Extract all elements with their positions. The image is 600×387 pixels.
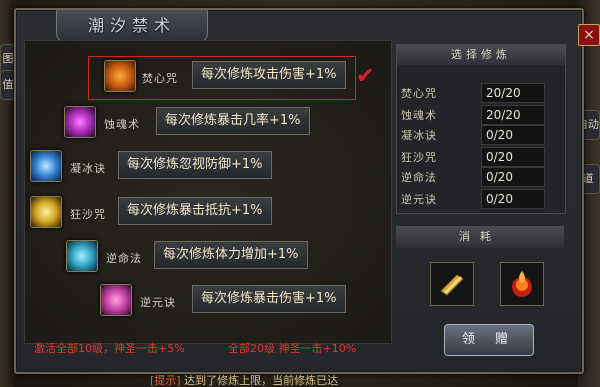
practice-row[interactable]: 凝冰诀 0/20 bbox=[397, 125, 565, 145]
practice-label: 逆元诀 bbox=[401, 193, 437, 206]
skill-description: 每次修炼忽视防御+1% bbox=[118, 151, 272, 179]
practice-label: 凝冰诀 bbox=[401, 129, 437, 142]
practice-value: 20/20 bbox=[481, 105, 545, 125]
scroll-item-icon[interactable] bbox=[430, 262, 474, 306]
skill-name: 逆命法 bbox=[106, 252, 142, 265]
practice-value: 0/20 bbox=[481, 147, 545, 167]
side-tab-label: 值 bbox=[2, 78, 14, 91]
claim-button[interactable]: 领 赠 bbox=[444, 324, 534, 356]
skill-description: 每次修炼暴击伤害+1% bbox=[192, 285, 346, 313]
close-button[interactable]: × bbox=[578, 24, 600, 46]
bonus-10-text: 激活全部10级，神圣一击+5% bbox=[34, 342, 185, 355]
practice-row[interactable]: 蚀魂术 20/20 bbox=[397, 105, 565, 125]
practice-label: 蚀魂术 bbox=[401, 109, 437, 122]
practice-label: 狂沙咒 bbox=[401, 151, 437, 164]
chat-text: 达到了修炼上限，当前修炼已达 bbox=[184, 374, 339, 387]
side-tab-label: 道 bbox=[582, 172, 594, 185]
practice-row[interactable]: 逆命法 0/20 bbox=[397, 167, 565, 187]
practice-label: 逆命法 bbox=[401, 171, 437, 184]
chat-prefix: [提示] bbox=[150, 374, 181, 387]
practice-value: 0/20 bbox=[481, 189, 545, 209]
practice-value: 0/20 bbox=[481, 167, 545, 187]
practice-value: 0/20 bbox=[481, 125, 545, 145]
ice-icon bbox=[30, 150, 62, 182]
cost-header: 消耗 bbox=[396, 226, 564, 248]
side-tab-label: 图 bbox=[2, 52, 14, 65]
fire-heart-icon bbox=[104, 60, 136, 92]
yuan-icon bbox=[100, 284, 132, 316]
practice-label: 焚心咒 bbox=[401, 87, 437, 100]
sand-icon bbox=[30, 196, 62, 228]
bonus-20-text: 全部20级 神圣一击+10% bbox=[228, 342, 357, 355]
skill-name: 凝冰诀 bbox=[70, 162, 106, 175]
check-icon: ✔ bbox=[356, 64, 375, 89]
practice-header: 选择修炼 bbox=[397, 45, 565, 65]
skill-description: 每次修炼攻击伤害+1% bbox=[192, 61, 346, 89]
practice-value: 20/20 bbox=[481, 83, 545, 103]
flame-item-graphic bbox=[512, 271, 532, 297]
skill-name: 蚀魂术 bbox=[104, 118, 140, 131]
skill-description: 每次修炼暴击几率+1% bbox=[156, 107, 310, 135]
window-title: 潮汐禁术 bbox=[87, 16, 176, 35]
chat-strip: [提示] 达到了修炼上限，当前修炼已达 bbox=[150, 372, 390, 387]
practice-row[interactable]: 逆元诀 0/20 bbox=[397, 189, 565, 209]
flame-item-icon[interactable] bbox=[500, 262, 544, 306]
practice-row[interactable]: 焚心咒 20/20 bbox=[397, 83, 565, 103]
skill-name: 狂沙咒 bbox=[70, 208, 106, 221]
skill-name: 焚心咒 bbox=[142, 72, 178, 85]
skill-description: 每次修炼暴击抵抗+1% bbox=[118, 197, 272, 225]
window-titlebar: 潮汐禁术 bbox=[56, 10, 208, 43]
soul-eater-icon bbox=[64, 106, 96, 138]
practice-row[interactable]: 狂沙咒 0/20 bbox=[397, 147, 565, 167]
skill-name: 逆元诀 bbox=[140, 296, 176, 309]
fate-icon bbox=[66, 240, 98, 272]
practice-panel: 选择修炼 焚心咒 20/20 蚀魂术 20/20 凝冰诀 0/20 狂沙咒 0/… bbox=[396, 44, 566, 214]
skill-description: 每次修炼体力增加+1% bbox=[154, 241, 308, 269]
scroll-item-graphic bbox=[440, 274, 464, 296]
